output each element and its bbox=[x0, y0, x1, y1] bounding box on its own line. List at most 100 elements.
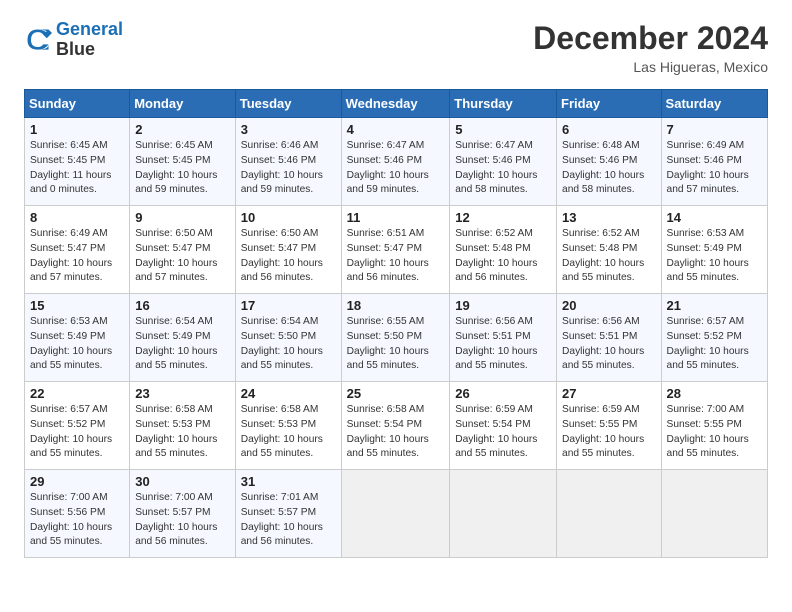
logo-line2: Blue bbox=[56, 40, 123, 60]
day-info: Sunrise: 6:56 AMSunset: 5:51 PMDaylight:… bbox=[455, 315, 551, 374]
day-number: 31 bbox=[241, 474, 336, 489]
header: General Blue December 2024 Las Higueras,… bbox=[24, 20, 768, 75]
day-number: 23 bbox=[135, 386, 230, 401]
calendar-week-row: 15Sunrise: 6:53 AMSunset: 5:49 PMDayligh… bbox=[25, 294, 768, 382]
day-number: 10 bbox=[241, 210, 336, 225]
calendar-day-cell: 26 Sunrise: 6:59 AMSunset: 5:54 PMDayligh… bbox=[450, 382, 557, 470]
day-info: Sunrise: 6:47 AMSunset: 5:46 PMDaylight:… bbox=[455, 139, 551, 198]
calendar-day-cell: 11Sunrise: 6:51 AMSunset: 5:47 PMDayligh… bbox=[341, 206, 450, 294]
calendar-day-cell: 7 Sunrise: 6:49 AMSunset: 5:46 PMDaylight… bbox=[661, 118, 767, 206]
calendar-day-cell: 13 Sunrise: 6:52 AMSunset: 5:48 PMDayligh… bbox=[557, 206, 662, 294]
day-number: 6 bbox=[562, 122, 656, 137]
calendar-day-cell: 30 Sunrise: 7:00 AMSunset: 5:57 PMDayligh… bbox=[130, 470, 236, 558]
day-number: 27 bbox=[562, 386, 656, 401]
weekday-header: Friday bbox=[557, 90, 662, 118]
page: General Blue December 2024 Las Higueras,… bbox=[0, 0, 792, 574]
calendar-week-row: 1 Sunrise: 6:45 AMSunset: 5:45 PMDaylight… bbox=[25, 118, 768, 206]
day-info: Sunrise: 6:57 AMSunset: 5:52 PMDaylight:… bbox=[667, 315, 762, 374]
logo: General Blue bbox=[24, 20, 123, 60]
calendar-day-cell: 4 Sunrise: 6:47 AMSunset: 5:46 PMDaylight… bbox=[341, 118, 450, 206]
day-number: 8 bbox=[30, 210, 124, 225]
calendar-day-cell: 9 Sunrise: 6:50 AMSunset: 5:47 PMDaylight… bbox=[130, 206, 236, 294]
calendar-day-cell: 18Sunrise: 6:55 AMSunset: 5:50 PMDayligh… bbox=[341, 294, 450, 382]
day-number: 9 bbox=[135, 210, 230, 225]
calendar-header-row: SundayMondayTuesdayWednesdayThursdayFrid… bbox=[25, 90, 768, 118]
location: Las Higueras, Mexico bbox=[533, 59, 768, 75]
day-number: 13 bbox=[562, 210, 656, 225]
day-number: 3 bbox=[241, 122, 336, 137]
calendar-day-cell: 19Sunrise: 6:56 AMSunset: 5:51 PMDayligh… bbox=[450, 294, 557, 382]
logo-line1: General bbox=[56, 19, 123, 39]
calendar-day-cell: 21 Sunrise: 6:57 AMSunset: 5:52 PMDayligh… bbox=[661, 294, 767, 382]
day-number: 14 bbox=[667, 210, 762, 225]
calendar-week-row: 22 Sunrise: 6:57 AMSunset: 5:52 PMDayligh… bbox=[25, 382, 768, 470]
weekday-header: Thursday bbox=[450, 90, 557, 118]
day-info: Sunrise: 7:00 AMSunset: 5:57 PMDaylight:… bbox=[135, 491, 230, 550]
day-number: 21 bbox=[667, 298, 762, 313]
calendar-day-cell bbox=[450, 470, 557, 558]
calendar-day-cell: 6 Sunrise: 6:48 AMSunset: 5:46 PMDaylight… bbox=[557, 118, 662, 206]
calendar-day-cell: 10 Sunrise: 6:50 AMSunset: 5:47 PMDayligh… bbox=[235, 206, 341, 294]
calendar-day-cell: 29 Sunrise: 7:00 AMSunset: 5:56 PMDayligh… bbox=[25, 470, 130, 558]
day-number: 12 bbox=[455, 210, 551, 225]
day-number: 4 bbox=[347, 122, 445, 137]
day-info: Sunrise: 6:47 AMSunset: 5:46 PMDaylight:… bbox=[347, 139, 445, 198]
day-info: Sunrise: 6:52 AMSunset: 5:48 PMDaylight:… bbox=[562, 227, 656, 286]
calendar-day-cell: 5Sunrise: 6:47 AMSunset: 5:46 PMDaylight… bbox=[450, 118, 557, 206]
calendar-day-cell: 27 Sunrise: 6:59 AMSunset: 5:55 PMDayligh… bbox=[557, 382, 662, 470]
calendar-day-cell: 14 Sunrise: 6:53 AMSunset: 5:49 PMDayligh… bbox=[661, 206, 767, 294]
calendar-day-cell: 25Sunrise: 6:58 AMSunset: 5:54 PMDayligh… bbox=[341, 382, 450, 470]
day-info: Sunrise: 6:58 AMSunset: 5:53 PMDaylight:… bbox=[241, 403, 336, 462]
day-number: 17 bbox=[241, 298, 336, 313]
weekday-header: Sunday bbox=[25, 90, 130, 118]
day-info: Sunrise: 7:01 AMSunset: 5:57 PMDaylight:… bbox=[241, 491, 336, 550]
day-number: 28 bbox=[667, 386, 762, 401]
day-number: 26 bbox=[455, 386, 551, 401]
day-info: Sunrise: 6:51 AMSunset: 5:47 PMDaylight:… bbox=[347, 227, 445, 286]
calendar-week-row: 29 Sunrise: 7:00 AMSunset: 5:56 PMDayligh… bbox=[25, 470, 768, 558]
calendar-day-cell: 23 Sunrise: 6:58 AMSunset: 5:53 PMDayligh… bbox=[130, 382, 236, 470]
day-info: Sunrise: 6:58 AMSunset: 5:53 PMDaylight:… bbox=[135, 403, 230, 462]
calendar-week-row: 8 Sunrise: 6:49 AMSunset: 5:47 PMDaylight… bbox=[25, 206, 768, 294]
day-number: 16 bbox=[135, 298, 230, 313]
day-number: 7 bbox=[667, 122, 762, 137]
calendar-day-cell: 15Sunrise: 6:53 AMSunset: 5:49 PMDayligh… bbox=[25, 294, 130, 382]
calendar-day-cell: 3 Sunrise: 6:46 AMSunset: 5:46 PMDaylight… bbox=[235, 118, 341, 206]
day-info: Sunrise: 6:50 AMSunset: 5:47 PMDaylight:… bbox=[135, 227, 230, 286]
day-info: Sunrise: 6:57 AMSunset: 5:52 PMDaylight:… bbox=[30, 403, 124, 462]
day-info: Sunrise: 6:56 AMSunset: 5:51 PMDaylight:… bbox=[562, 315, 656, 374]
day-info: Sunrise: 6:46 AMSunset: 5:46 PMDaylight:… bbox=[241, 139, 336, 198]
title-block: December 2024 Las Higueras, Mexico bbox=[533, 20, 768, 75]
day-number: 30 bbox=[135, 474, 230, 489]
calendar-day-cell: 2Sunrise: 6:45 AMSunset: 5:45 PMDaylight… bbox=[130, 118, 236, 206]
day-info: Sunrise: 6:48 AMSunset: 5:46 PMDaylight:… bbox=[562, 139, 656, 198]
day-number: 20 bbox=[562, 298, 656, 313]
day-info: Sunrise: 6:50 AMSunset: 5:47 PMDaylight:… bbox=[241, 227, 336, 286]
calendar-day-cell: 8 Sunrise: 6:49 AMSunset: 5:47 PMDaylight… bbox=[25, 206, 130, 294]
day-info: Sunrise: 6:53 AMSunset: 5:49 PMDaylight:… bbox=[667, 227, 762, 286]
day-number: 18 bbox=[347, 298, 445, 313]
day-info: Sunrise: 6:53 AMSunset: 5:49 PMDaylight:… bbox=[30, 315, 124, 374]
day-info: Sunrise: 7:00 AMSunset: 5:56 PMDaylight:… bbox=[30, 491, 124, 550]
calendar-day-cell: 28Sunrise: 7:00 AMSunset: 5:55 PMDayligh… bbox=[661, 382, 767, 470]
day-number: 24 bbox=[241, 386, 336, 401]
logo-text: General Blue bbox=[56, 20, 123, 60]
weekday-header: Tuesday bbox=[235, 90, 341, 118]
logo-icon bbox=[24, 26, 52, 54]
weekday-header: Wednesday bbox=[341, 90, 450, 118]
calendar-day-cell: 31 Sunrise: 7:01 AMSunset: 5:57 PMDayligh… bbox=[235, 470, 341, 558]
day-info: Sunrise: 6:59 AMSunset: 5:55 PMDaylight:… bbox=[562, 403, 656, 462]
calendar: SundayMondayTuesdayWednesdayThursdayFrid… bbox=[24, 89, 768, 558]
day-number: 29 bbox=[30, 474, 124, 489]
calendar-day-cell: 22 Sunrise: 6:57 AMSunset: 5:52 PMDayligh… bbox=[25, 382, 130, 470]
weekday-header: Monday bbox=[130, 90, 236, 118]
calendar-day-cell bbox=[341, 470, 450, 558]
day-info: Sunrise: 6:49 AMSunset: 5:46 PMDaylight:… bbox=[667, 139, 762, 198]
calendar-day-cell: 17Sunrise: 6:54 AMSunset: 5:50 PMDayligh… bbox=[235, 294, 341, 382]
day-info: Sunrise: 6:49 AMSunset: 5:47 PMDaylight:… bbox=[30, 227, 124, 286]
day-number: 22 bbox=[30, 386, 124, 401]
calendar-day-cell bbox=[557, 470, 662, 558]
day-info: Sunrise: 6:45 AMSunset: 5:45 PMDaylight:… bbox=[135, 139, 230, 198]
day-info: Sunrise: 6:59 AMSunset: 5:54 PMDaylight:… bbox=[455, 403, 551, 462]
day-number: 1 bbox=[30, 122, 124, 137]
